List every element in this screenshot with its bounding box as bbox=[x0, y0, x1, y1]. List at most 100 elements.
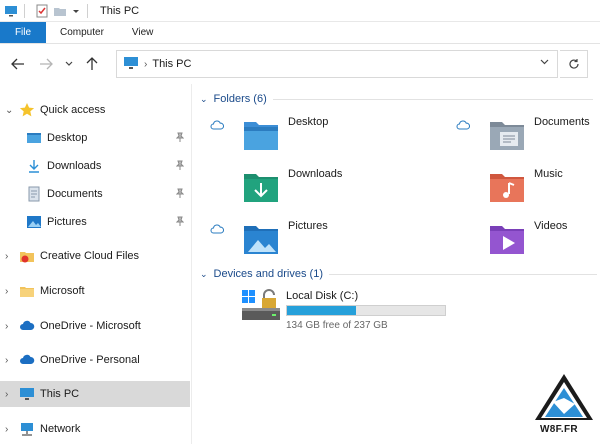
title-bar: This PC bbox=[0, 0, 600, 22]
divider bbox=[272, 98, 593, 100]
creative-cloud-folder-icon bbox=[19, 248, 35, 264]
nav-label: OneDrive - Personal bbox=[40, 354, 140, 366]
nav-onedrive-microsoft[interactable]: › OneDrive - Microsoft bbox=[0, 313, 190, 339]
nav-this-pc[interactable]: › This PC bbox=[0, 381, 190, 407]
tab-computer[interactable]: Computer bbox=[46, 22, 118, 43]
collapse-chevron-icon[interactable]: ⌄ bbox=[200, 94, 208, 105]
onedrive-cloud-icon bbox=[19, 318, 35, 334]
folder-icon bbox=[19, 283, 35, 299]
tab-view[interactable]: View bbox=[118, 22, 168, 43]
nav-downloads[interactable]: Downloads bbox=[0, 153, 190, 179]
ribbon-tabs: File Computer View bbox=[0, 22, 600, 44]
folder-label: Music bbox=[534, 168, 563, 180]
watermark-text: W8F.FR bbox=[540, 424, 578, 435]
pin-icon[interactable] bbox=[175, 188, 185, 198]
group-title: Folders (6) bbox=[213, 93, 267, 105]
expand-chevron-icon[interactable]: › bbox=[5, 355, 19, 366]
drive-tile-local-disk-c[interactable]: Local Disk (C:) 134 GB free of 237 GB bbox=[242, 288, 542, 336]
drive-usage-bar bbox=[286, 305, 446, 316]
expand-chevron-icon[interactable]: › bbox=[5, 424, 19, 435]
documents-folder-icon bbox=[488, 116, 526, 154]
nav-creative-cloud-files[interactable]: › Creative Cloud Files bbox=[0, 243, 190, 269]
divider bbox=[328, 273, 597, 275]
hard-drive-windows-icon bbox=[242, 288, 282, 324]
folder-label: Desktop bbox=[288, 116, 329, 128]
divider bbox=[87, 3, 88, 18]
desktop-icon bbox=[26, 130, 42, 146]
nav-microsoft[interactable]: › Microsoft bbox=[0, 278, 190, 304]
refresh-icon bbox=[568, 59, 579, 69]
cloud-status-icon bbox=[456, 120, 471, 130]
expand-chevron-icon[interactable]: › bbox=[5, 251, 19, 262]
this-pc-icon bbox=[19, 386, 35, 402]
customize-quick-access-icon[interactable] bbox=[71, 4, 81, 18]
refresh-button[interactable] bbox=[560, 50, 588, 78]
collapse-chevron-icon[interactable]: ⌄ bbox=[5, 105, 19, 116]
cloud-status-icon bbox=[210, 224, 225, 234]
drive-label: Local Disk (C:) bbox=[286, 290, 359, 302]
folder-label: Documents bbox=[534, 116, 590, 128]
chevron-right-icon[interactable]: › bbox=[144, 59, 147, 70]
forward-arrow-icon bbox=[40, 58, 53, 70]
divider bbox=[24, 3, 25, 18]
this-pc-icon bbox=[123, 56, 139, 73]
pictures-folder-icon bbox=[242, 220, 280, 258]
music-folder-icon bbox=[488, 168, 526, 206]
nav-label: This PC bbox=[40, 388, 80, 400]
nav-quick-access[interactable]: ⌄ Quick access bbox=[0, 97, 190, 123]
nav-desktop[interactable]: Desktop bbox=[0, 125, 190, 151]
pin-icon[interactable] bbox=[175, 132, 185, 142]
nav-documents[interactable]: Documents bbox=[0, 181, 190, 207]
nav-label: Downloads bbox=[47, 160, 102, 172]
folder-tile-documents[interactable]: Documents bbox=[456, 116, 590, 160]
nav-pictures[interactable]: Pictures bbox=[0, 209, 190, 235]
group-title: Devices and drives (1) bbox=[213, 268, 323, 280]
collapse-chevron-icon[interactable]: ⌄ bbox=[200, 269, 208, 280]
back-arrow-icon bbox=[11, 58, 24, 70]
folder-tile-pictures[interactable]: Pictures bbox=[210, 220, 328, 264]
nav-label: Pictures bbox=[47, 216, 87, 228]
w8f-watermark-logo: W8F.FR bbox=[533, 372, 595, 440]
nav-label: Creative Cloud Files bbox=[40, 250, 140, 262]
tab-file[interactable]: File bbox=[0, 22, 46, 43]
download-arrow-icon bbox=[26, 158, 42, 174]
folder-label: Downloads bbox=[288, 168, 343, 180]
up-button[interactable] bbox=[78, 50, 106, 78]
recent-locations-button[interactable] bbox=[60, 50, 78, 78]
drive-free-space: 134 GB free of 237 GB bbox=[286, 320, 388, 331]
drives-group-header[interactable]: ⌄ Devices and drives (1) bbox=[200, 266, 597, 282]
address-history-dropdown[interactable] bbox=[540, 57, 549, 68]
expand-chevron-icon[interactable]: › bbox=[5, 321, 19, 332]
folder-tile-downloads[interactable]: Downloads bbox=[242, 168, 342, 212]
onedrive-cloud-icon bbox=[19, 352, 35, 368]
downloads-folder-icon bbox=[242, 168, 280, 206]
nav-label: Quick access bbox=[40, 104, 106, 116]
document-icon bbox=[26, 186, 42, 202]
window-title: This PC bbox=[100, 4, 140, 17]
nav-label: Documents bbox=[47, 188, 103, 200]
this-pc-icon[interactable] bbox=[4, 4, 18, 18]
nav-network[interactable]: › Network bbox=[0, 416, 190, 442]
new-folder-icon[interactable] bbox=[53, 4, 67, 18]
folder-tile-music[interactable]: Music bbox=[488, 168, 563, 212]
star-icon bbox=[19, 102, 35, 118]
address-bar[interactable]: › This PC bbox=[116, 50, 558, 78]
pin-icon[interactable] bbox=[175, 216, 185, 226]
forward-button[interactable] bbox=[32, 50, 60, 78]
desktop-folder-icon bbox=[242, 116, 280, 154]
pin-icon[interactable] bbox=[175, 160, 185, 170]
nav-label: Desktop bbox=[47, 132, 88, 144]
expand-chevron-icon[interactable]: › bbox=[5, 286, 19, 297]
nav-onedrive-personal[interactable]: › OneDrive - Personal bbox=[0, 347, 190, 373]
folders-group-header[interactable]: ⌄ Folders (6) bbox=[200, 91, 593, 107]
drive-usage-fill bbox=[287, 306, 356, 315]
expand-chevron-icon[interactable]: › bbox=[5, 389, 19, 400]
up-arrow-icon bbox=[86, 57, 98, 70]
folder-tile-desktop[interactable]: Desktop bbox=[210, 116, 329, 160]
network-icon bbox=[19, 421, 35, 437]
back-button[interactable] bbox=[4, 50, 32, 78]
properties-icon[interactable] bbox=[35, 4, 49, 18]
breadcrumb-this-pc[interactable]: This PC bbox=[152, 58, 191, 70]
folder-tile-videos[interactable]: Videos bbox=[488, 220, 567, 264]
pictures-icon bbox=[26, 214, 42, 230]
